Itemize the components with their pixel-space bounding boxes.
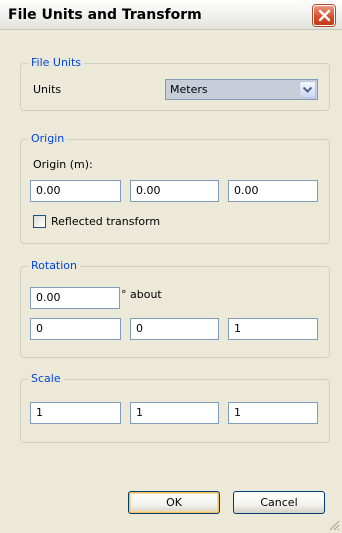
- origin-x-input[interactable]: 0.00: [30, 180, 121, 202]
- scale-legend: Scale: [28, 372, 64, 386]
- cancel-button[interactable]: Cancel: [233, 491, 325, 514]
- title-bar[interactable]: File Units and Transform: [0, 0, 342, 30]
- rotation-legend: Rotation: [28, 259, 81, 273]
- units-select[interactable]: Meters: [165, 79, 318, 100]
- dialog-title: File Units and Transform: [8, 7, 202, 23]
- scale-y-input[interactable]: 1: [130, 402, 219, 424]
- units-select-value: Meters: [170, 83, 208, 96]
- resize-grip-icon[interactable]: [328, 519, 340, 531]
- units-label: Units: [33, 83, 62, 96]
- scale-x-input[interactable]: 1: [30, 402, 121, 424]
- rotation-angle-input[interactable]: 0.00: [30, 287, 120, 309]
- dialog-window: File Units and Transform File Units Unit…: [0, 0, 342, 533]
- origin-y-input[interactable]: 0.00: [130, 180, 219, 202]
- file-units-legend: File Units: [28, 56, 85, 70]
- rotation-axis-x-input[interactable]: 0: [30, 318, 121, 340]
- units-dropdown-button[interactable]: [299, 81, 316, 98]
- close-button[interactable]: [313, 5, 335, 26]
- scale-z-input[interactable]: 1: [228, 402, 318, 424]
- close-icon: [318, 9, 331, 22]
- reflected-transform-label[interactable]: Reflected transform: [51, 215, 160, 229]
- ok-button[interactable]: OK: [128, 491, 220, 514]
- rotation-group: Rotation: [20, 259, 330, 358]
- chevron-down-icon: [303, 87, 312, 93]
- origin-legend: Origin: [28, 132, 68, 146]
- origin-label: Origin (m):: [33, 158, 93, 171]
- origin-z-input[interactable]: 0.00: [228, 180, 318, 202]
- rotation-axis-y-input[interactable]: 0: [130, 318, 219, 340]
- reflected-transform-checkbox[interactable]: [33, 215, 46, 228]
- rotation-about-label: ° about: [121, 288, 162, 301]
- rotation-axis-z-input[interactable]: 1: [228, 318, 318, 340]
